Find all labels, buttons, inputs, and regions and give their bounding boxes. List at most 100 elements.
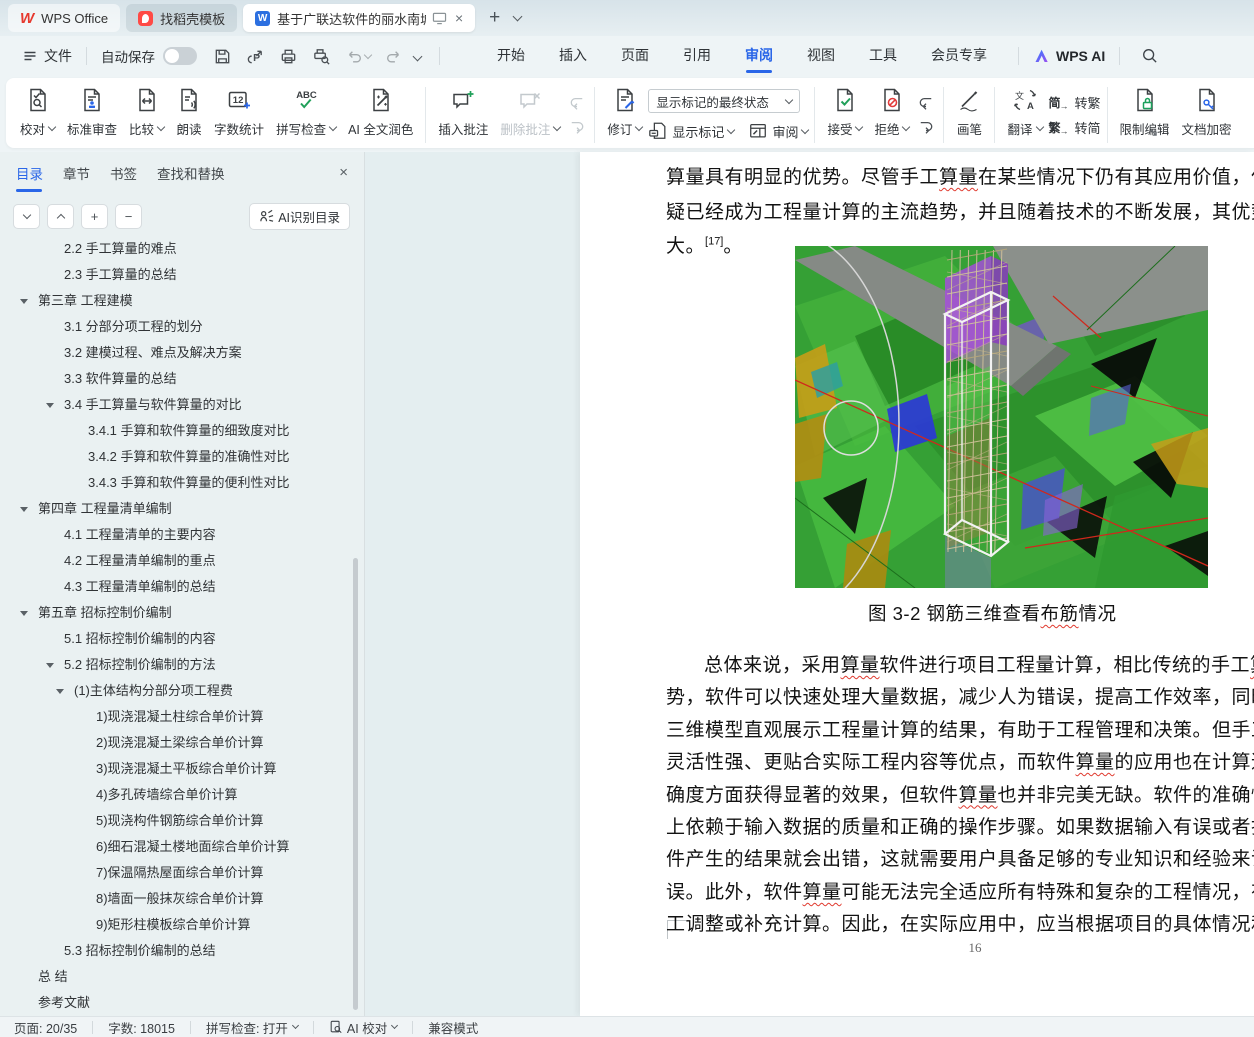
screen-share-icon[interactable] (432, 12, 447, 25)
toc-panel-tab-书签[interactable]: 书签 (110, 160, 137, 192)
toc-item[interactable]: 9)矩形柱模板综合单价计算 (0, 912, 356, 938)
toc-item[interactable]: 第四章 工程量清单编制 (0, 496, 356, 522)
toc-expand-arrow-icon[interactable] (56, 689, 64, 694)
status-word-count[interactable]: 字数: 18015 (108, 1018, 175, 1037)
toc-item[interactable]: 5)现浇构件钢筋综合单价计算 (0, 808, 356, 834)
status-spell-check[interactable]: 拼写检查: 打开 (206, 1018, 299, 1037)
doc-paragraph-line[interactable]: 工调整或补充计算。因此，在实际应用中，应当根据项目的具体情况和特点，合理 (666, 909, 1254, 936)
markup-state-select[interactable]: 显示标记的最终状态 (648, 89, 801, 113)
toc-item[interactable]: 4.2 工程量清单编制的重点 (0, 548, 356, 574)
figure-caption[interactable]: 图 3-2 钢筋三维查看布筋情况 (868, 600, 1117, 626)
read-aloud-button[interactable]: 朗读 (170, 84, 208, 141)
file-menu-button[interactable]: 文件 (22, 46, 72, 66)
reject-change-button[interactable]: 拒绝 (868, 84, 915, 141)
toc-collapse-all-button[interactable] (47, 203, 74, 229)
toc-item[interactable]: 5.1 招标控制价编制的内容 (0, 626, 356, 652)
toc-expand-arrow-icon[interactable] (20, 507, 28, 512)
tab-list-chevron-icon[interactable] (512, 11, 523, 22)
toc-item[interactable]: 3.2 建模过程、难点及解决方案 (0, 340, 356, 366)
toc-item[interactable]: 4.3 工程量清单编制的总结 (0, 574, 356, 600)
toc-item[interactable]: 2.2 手工算量的难点 (0, 238, 356, 262)
spell-check-button[interactable]: ABC 拼写检查 (270, 84, 342, 141)
toc-expand-arrow-icon[interactable] (20, 611, 28, 616)
menu-tab-会员专享[interactable]: 会员专享 (914, 36, 1004, 76)
compare-button[interactable]: 比较 (123, 84, 170, 141)
review-pane-button[interactable]: 审阅 (748, 121, 810, 141)
document-page[interactable]: 16 算量具有明显的优势。尽管手工算量在某些情况下仍有其应用价值，但软件算量无疑… (580, 152, 1254, 1016)
close-tab-icon[interactable]: × (455, 10, 463, 26)
document-encrypt-button[interactable]: 文档加密 (1176, 84, 1238, 141)
toc-item[interactable]: 5.2 招标控制价编制的方法 (0, 652, 356, 678)
search-button[interactable] (1141, 47, 1159, 65)
tab-docer-templates[interactable]: 找稻壳模板 (126, 4, 238, 32)
toc-item[interactable]: 3.1 分部分项工程的划分 (0, 314, 356, 340)
word-count-button[interactable]: 12 字数统计 (208, 84, 270, 141)
toc-expand-arrow-icon[interactable] (46, 403, 54, 408)
print-button[interactable] (279, 47, 298, 66)
wps-ai-button[interactable]: WPS AI (1033, 47, 1105, 65)
toc-item[interactable]: 第三章 工程建模 (0, 288, 356, 314)
menu-tab-工具[interactable]: 工具 (852, 36, 914, 76)
doc-paragraph-line[interactable]: 灵活性强、更贴合实际工程内容等优点，而软件算量的应用也在计算速度和计算准 (666, 747, 1254, 774)
ai-recognize-toc-button[interactable]: AI识别目录 (249, 202, 350, 230)
toc-item[interactable]: 2.3 手工算量的总结 (0, 262, 356, 288)
toc-item[interactable]: 总 结 (0, 964, 356, 990)
to-traditional-button[interactable]: 简→ 转繁 (1049, 93, 1101, 112)
doc-paragraph-line[interactable]: 总体来说，采用算量软件进行项目工程量计算，相比传统的手工算量更具有优 (666, 650, 1254, 677)
menu-tab-页面[interactable]: 页面 (604, 36, 666, 76)
doc-paragraph-line[interactable]: 大。[17]。 (666, 231, 743, 258)
toc-item[interactable]: 4)多孔砖墙综合单价计算 (0, 782, 356, 808)
toc-item[interactable]: 参考文献 (0, 990, 356, 1016)
export-pdf-button[interactable]: P (246, 47, 265, 66)
ink-brush-button[interactable]: 画笔 (950, 84, 988, 141)
toc-item[interactable]: 3.3 软件算量的总结 (0, 366, 356, 392)
toc-zoom-in-button[interactable]: + (81, 203, 108, 229)
track-changes-button[interactable]: 修订 (601, 84, 648, 141)
doc-paragraph-line[interactable]: 确度方面获得显著的效果，但软件算量也并非完美无缺。软件的准确性在很大程度 (666, 780, 1254, 807)
accept-change-button[interactable]: 接受 (821, 84, 868, 141)
toc-panel-tab-查找和替换[interactable]: 查找和替换 (157, 160, 225, 192)
standard-review-button[interactable]: 标准审查 (61, 84, 123, 141)
toolbar-options-chevron-icon[interactable] (412, 51, 423, 61)
doc-paragraph-line[interactable]: 疑已经成为工程量计算的主流趋势，并且随着技术的不断发展，其优势将进一步扩 (666, 197, 1254, 224)
menu-tab-审阅[interactable]: 审阅 (728, 36, 790, 76)
dialog-launcher-icon[interactable] (1149, 124, 1158, 142)
status-ai-proofread[interactable]: AI 校对 (329, 1018, 399, 1037)
toc-item[interactable]: 第五章 招标控制价编制 (0, 600, 356, 626)
translate-button[interactable]: 文A 翻译 (1001, 84, 1048, 141)
toc-item[interactable]: 6)细石混凝土楼地面综合单价计算 (0, 834, 356, 860)
toc-item[interactable]: 3.4 手工算量与软件算量的对比 (0, 392, 356, 418)
status-page-indicator[interactable]: 页面: 20/35 (14, 1018, 77, 1037)
toc-item[interactable]: 3.4.1 手算和软件算量的细致度对比 (0, 418, 356, 444)
menu-tab-视图[interactable]: 视图 (790, 36, 852, 76)
toc-item[interactable]: 3.4.3 手算和软件算量的便利性对比 (0, 470, 356, 496)
show-markup-button[interactable]: 显示标记 (648, 121, 736, 141)
toc-item[interactable]: 3.4.2 手算和软件算量的准确性对比 (0, 444, 356, 470)
doc-paragraph-line[interactable]: 三维模型直观展示工程量计算的结果，有助于工程管理和决策。但手工算量也有着 (666, 715, 1254, 742)
toc-expand-all-button[interactable] (13, 203, 40, 229)
menu-tab-开始[interactable]: 开始 (480, 36, 542, 76)
toc-item[interactable]: 5.3 招标控制价编制的总结 (0, 938, 356, 964)
toc-item[interactable]: 3)现浇混凝土平板综合单价计算 (0, 756, 356, 782)
to-simplified-button[interactable]: 繁→ 转简 (1049, 118, 1101, 137)
autosave-toggle[interactable] (163, 47, 197, 65)
menu-tab-插入[interactable]: 插入 (542, 36, 604, 76)
restrict-editing-button[interactable]: 限制编辑 (1114, 84, 1176, 141)
toc-item[interactable]: 2)现浇混凝土梁综合单价计算 (0, 730, 356, 756)
toc-panel-tab-章节[interactable]: 章节 (63, 160, 90, 192)
insert-comment-button[interactable]: 插入批注 (432, 84, 494, 141)
toc-scrollbar[interactable] (353, 558, 358, 1010)
print-preview-button[interactable] (312, 47, 331, 66)
save-button[interactable] (213, 47, 232, 66)
proofread-button[interactable]: 校对 (14, 84, 61, 141)
tab-wps-home[interactable]: W WPS Office (8, 4, 121, 32)
previous-change-icon[interactable] (917, 96, 935, 110)
doc-paragraph-line[interactable]: 势，软件可以快速处理大量数据，减少人为错误，提高工作效率，同时还能够通过 (666, 682, 1254, 709)
toc-item[interactable]: 4.1 工程量清单的主要内容 (0, 522, 356, 548)
ai-polish-button[interactable]: AI 全文润色 (342, 84, 419, 141)
menu-tab-引用[interactable]: 引用 (666, 36, 728, 76)
toc-item[interactable]: (1)主体结构分部分项工程费 (0, 678, 356, 704)
toc-expand-arrow-icon[interactable] (20, 299, 28, 304)
status-compat-mode[interactable]: 兼容模式 (428, 1018, 478, 1037)
close-panel-icon[interactable]: × (339, 164, 348, 181)
